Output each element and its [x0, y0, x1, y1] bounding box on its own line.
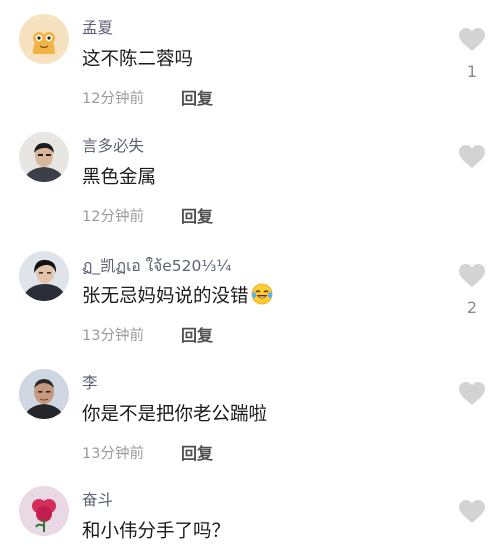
avatar[interactable] [19, 486, 69, 536]
reply-button[interactable]: 回复 [181, 322, 213, 346]
username[interactable]: ฏ_凯ฏเอ ใจ้e520⅓¼ [82, 253, 231, 278]
heart-icon [459, 28, 485, 51]
like-count: 2 [466, 298, 478, 317]
reply-button[interactable]: 回复 [181, 440, 213, 464]
comment-timestamp: 13分钟前 [82, 446, 144, 462]
like-button[interactable] [455, 145, 489, 205]
reply-button[interactable]: 回复 [181, 203, 213, 227]
comment-text: 你是不是把你老公踹啦 [82, 404, 268, 425]
username[interactable]: 奋斗 [82, 488, 113, 510]
like-button[interactable]: 1 [455, 28, 489, 88]
username[interactable]: 孟夏 [82, 16, 113, 38]
comment-text: 张无忌妈妈说的没错 [82, 282, 273, 310]
comment-timestamp: 12分钟前 [82, 209, 144, 225]
heart-icon [459, 145, 485, 168]
like-button[interactable] [455, 500, 489, 560]
reply-button[interactable]: 回复 [181, 85, 213, 109]
comment-timestamp: 12分钟前 [82, 91, 144, 107]
like-button[interactable]: 2 [455, 264, 489, 324]
username[interactable]: 李 [82, 371, 98, 393]
heart-icon [459, 264, 485, 287]
comment-text-content: 张无忌妈妈说的没错 [82, 286, 249, 307]
avatar[interactable] [19, 369, 69, 419]
like-button[interactable] [455, 382, 489, 442]
comment-text: 这不陈二蓉吗 [82, 49, 194, 70]
comment-timestamp: 13分钟前 [82, 328, 144, 344]
comment-text: 黑色金属 [82, 167, 157, 188]
heart-icon [459, 500, 485, 523]
avatar[interactable] [19, 251, 69, 301]
laughing-crying-emoji-icon [251, 283, 273, 310]
avatar[interactable] [19, 14, 69, 64]
username[interactable]: 言多必失 [82, 134, 144, 156]
comment-text: 和小伟分手了吗？ [82, 521, 231, 542]
heart-icon [459, 382, 485, 405]
like-count: 1 [466, 62, 478, 81]
avatar[interactable] [19, 132, 69, 182]
comment-screen: { "comments": [ { "username": "孟夏", "tex… [0, 0, 499, 542]
